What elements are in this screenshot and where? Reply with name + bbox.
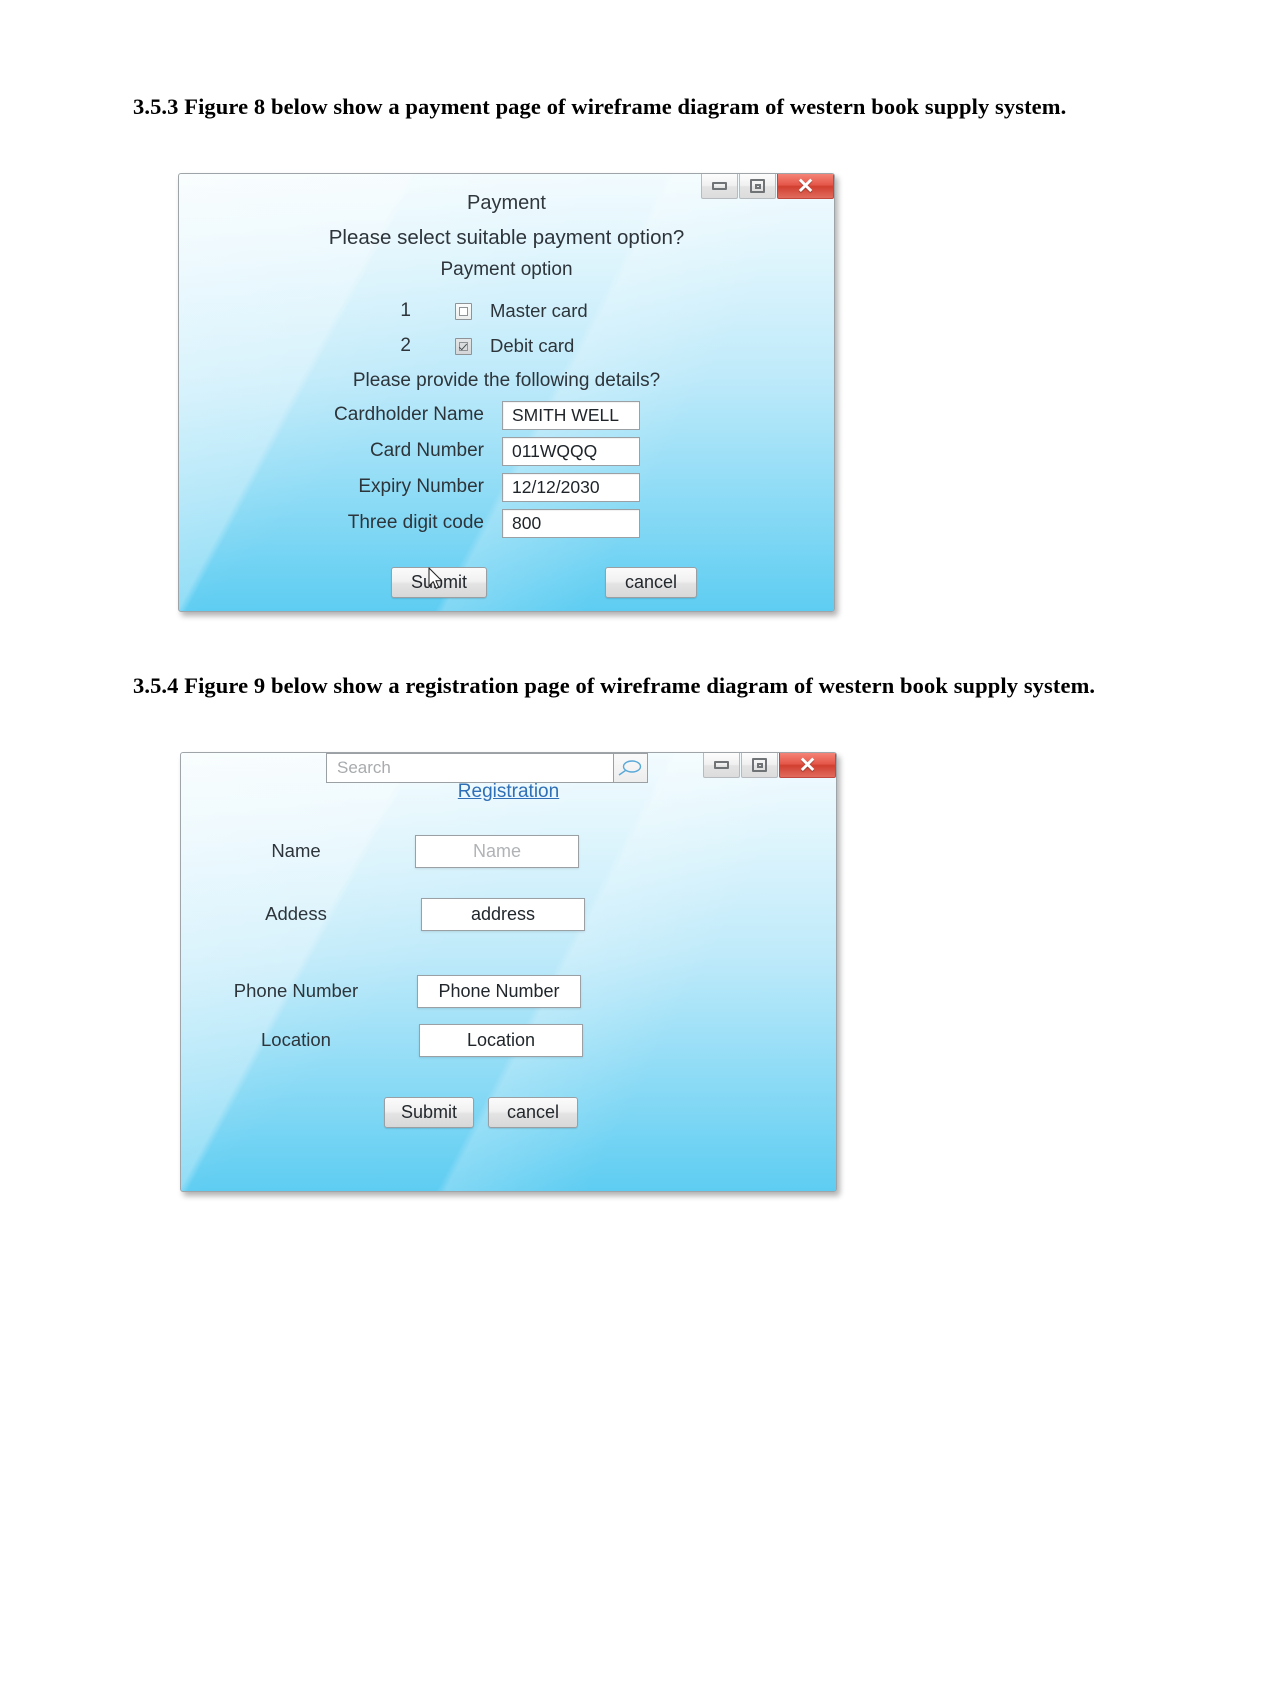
payment-option-row: 1 Master card — [179, 298, 834, 324]
checkbox-master-card[interactable] — [455, 302, 472, 320]
page-heading-registration: 3.5.4 Figure 9 below show a registration… — [133, 673, 1096, 698]
minimize-button[interactable] — [701, 174, 738, 199]
card-number-input[interactable]: 011WQQQ — [502, 436, 640, 466]
field-label: Phone Number — [233, 980, 359, 1001]
name-input[interactable]: Name — [415, 834, 579, 868]
form-row-cardholder-name: Cardholder Name SMITH WELL — [179, 400, 834, 430]
field-label: Card Number — [369, 440, 484, 461]
form-row-three-digit-code: Three digit code 800 — [179, 508, 834, 538]
payment-option-row: 2 Debit card — [179, 333, 834, 359]
field-label: Cardholder Name — [334, 404, 484, 425]
payment-option-subtitle: Payment option — [440, 259, 573, 280]
cardholder-name-input[interactable]: SMITH WELL — [502, 400, 640, 430]
registration-cancel-button[interactable]: cancel — [488, 1097, 578, 1128]
close-button[interactable]: ✕ — [777, 174, 834, 199]
registration-link[interactable]: Registration — [181, 781, 836, 803]
phone-number-input[interactable]: Phone Number — [417, 974, 581, 1008]
search-input[interactable]: Search — [326, 753, 614, 783]
registration-submit-button[interactable]: Submit — [384, 1097, 474, 1128]
payment-wireframe-window: ✕ Payment Please select suitable payment… — [178, 173, 835, 612]
search-button[interactable] — [614, 753, 648, 783]
restore-icon — [750, 179, 765, 193]
payment-window-controls: ✕ — [700, 174, 834, 199]
form-row-phone-number: Phone Number Phone Number — [181, 973, 836, 1009]
option-number: 1 — [400, 300, 411, 321]
option-label-master-card: Master card — [490, 300, 588, 321]
location-input[interactable]: Location — [419, 1023, 583, 1057]
maximize-button[interactable] — [741, 753, 778, 778]
registration-wireframe-window: ✕ Search Registration Name Name Addess a… — [180, 752, 837, 1192]
registration-window-controls: ✕ — [702, 753, 836, 778]
field-label: Location — [261, 1029, 331, 1050]
expiry-number-input[interactable]: 12/12/2030 — [502, 472, 640, 502]
option-number: 2 — [400, 335, 411, 356]
field-label: Expiry Number — [358, 476, 484, 497]
option-label-debit-card: Debit card — [490, 335, 575, 356]
minimize-button[interactable] — [703, 753, 740, 778]
document-page: 3.5.3 Figure 8 below show a payment page… — [0, 0, 1275, 1703]
minimize-icon — [714, 761, 729, 769]
form-row-name: Name Name — [181, 833, 836, 869]
restore-icon — [752, 758, 767, 772]
form-row-expiry-number: Expiry Number 12/12/2030 — [179, 472, 834, 502]
three-digit-code-input[interactable]: 800 — [502, 508, 640, 538]
field-label: Name — [271, 840, 321, 861]
maximize-button[interactable] — [739, 174, 776, 199]
minimize-icon — [712, 182, 727, 190]
payment-submit-button[interactable]: Submit — [391, 567, 487, 598]
form-row-address: Addess address — [181, 896, 836, 932]
close-icon: ✕ — [798, 753, 817, 777]
address-input[interactable]: address — [421, 897, 585, 931]
payment-cancel-button[interactable]: cancel — [605, 567, 697, 598]
magnifier-icon — [618, 760, 641, 776]
field-label: Addess — [265, 903, 327, 924]
checkbox-debit-card[interactable] — [455, 337, 472, 355]
search-bar: Search — [326, 753, 648, 783]
form-row-location: Location Location — [181, 1022, 836, 1058]
form-row-card-number: Card Number 011WQQQ — [179, 436, 834, 466]
page-heading-payment: 3.5.3 Figure 8 below show a payment page… — [133, 94, 1067, 119]
payment-prompt: Please select suitable payment option? — [328, 226, 685, 249]
close-icon: ✕ — [796, 174, 815, 198]
close-button[interactable]: ✕ — [779, 753, 836, 778]
payment-details-prompt: Please provide the following details? — [352, 370, 661, 391]
field-label: Three digit code — [347, 512, 484, 533]
